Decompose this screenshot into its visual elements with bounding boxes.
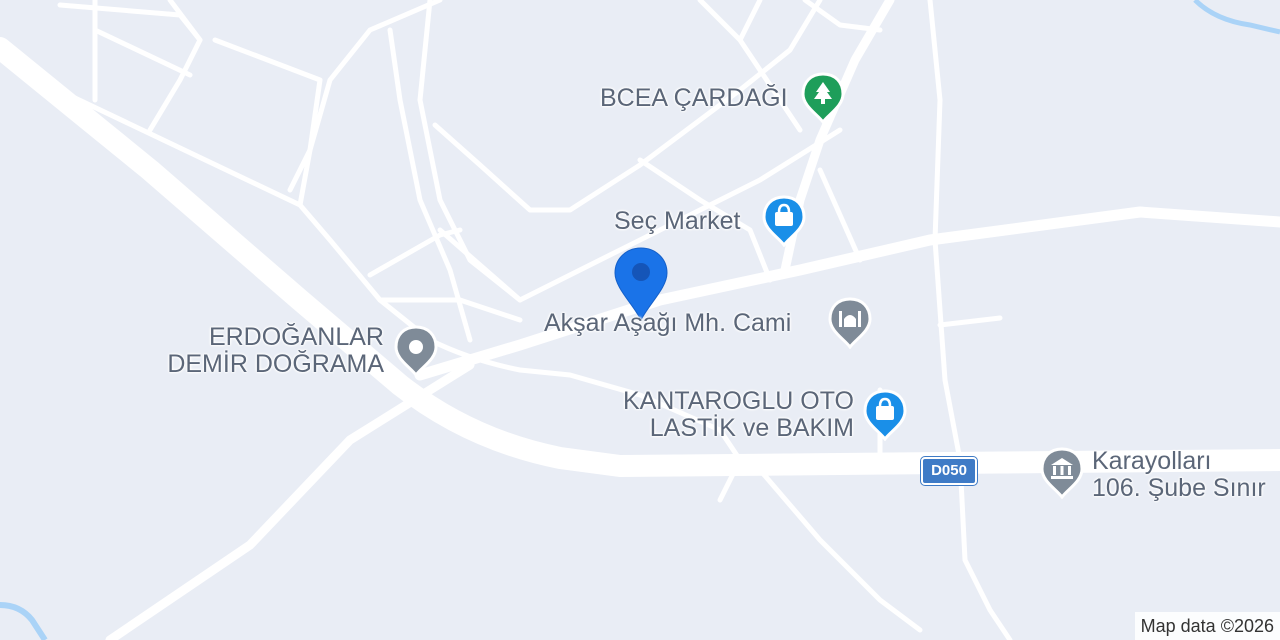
mosque-icon[interactable] xyxy=(828,297,872,349)
generic-place-icon[interactable] xyxy=(394,325,438,377)
shopping-bag-icon[interactable] xyxy=(863,389,907,441)
route-shield-d050: D050 xyxy=(921,457,977,485)
map-attribution[interactable]: Map data ©2026 xyxy=(1134,612,1280,640)
poi-label-cami[interactable]: Akşar Aşağı Mh. Cami xyxy=(544,310,791,337)
poi-label-line: ERDOĞANLAR xyxy=(208,323,384,351)
poi-label-kantaroglu[interactable]: KANTAROGLU OTO LASTİK ve BAKIM xyxy=(600,388,854,442)
map-canvas[interactable]: BCEA ÇARDAĞI Seç Market Akşar Aşağı Mh. … xyxy=(0,0,1280,640)
poi-label-line: Karayolları xyxy=(1092,447,1212,475)
poi-label-line: KANTAROGLU OTO xyxy=(622,387,854,415)
government-building-icon[interactable] xyxy=(1040,447,1084,499)
poi-label-erdoganlar[interactable]: ERDOĞANLAR DEMİR DOĞRAMA xyxy=(150,324,384,378)
poi-label-bcea[interactable]: BCEA ÇARDAĞI xyxy=(600,85,788,112)
poi-label-line: DEMİR DOĞRAMA xyxy=(167,350,384,378)
tree-icon[interactable] xyxy=(801,72,845,124)
poi-label-sec-market[interactable]: Seç Market xyxy=(614,208,740,235)
shopping-bag-icon[interactable] xyxy=(762,195,806,247)
poi-label-line: 106. Şube Sınır xyxy=(1092,474,1266,502)
poi-label-line: LASTİK ve BAKIM xyxy=(649,414,854,442)
poi-label-karayollari[interactable]: Karayolları 106. Şube Sınır xyxy=(1092,448,1266,502)
